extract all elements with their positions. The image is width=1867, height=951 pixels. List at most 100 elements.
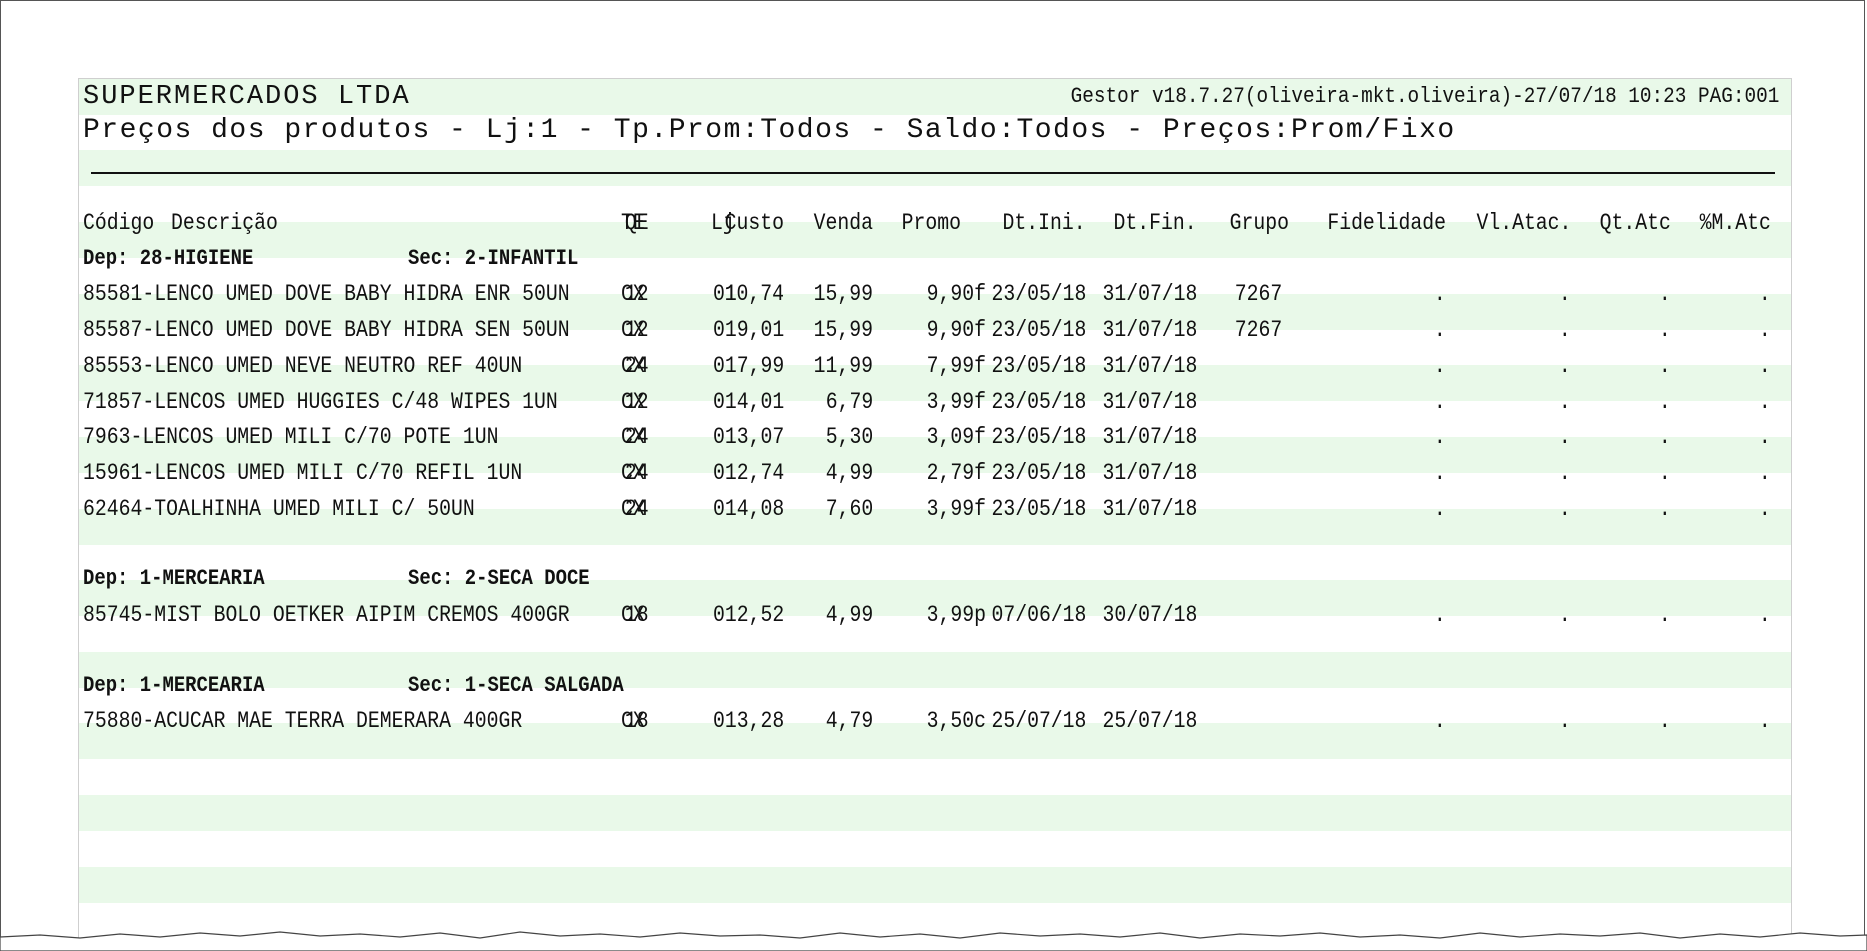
end-date: 31/07/18 [1102,424,1197,450]
product-code-desc: 7963-LENCOS UMED MILI C/70 POTE 1UN [83,424,499,450]
end-date: 31/07/18 [1102,353,1197,379]
product-code-desc: 85745-MIST BOLO OETKER AIPIM CREMOS 400G… [83,602,570,628]
wholesale-price: . [1559,317,1571,343]
start-date: 25/07/18 [991,708,1086,734]
report-paper: SUPERMERCADOS LTDA Gestor v18.7.27(olive… [78,78,1792,951]
cost-value: 3,28 [736,708,784,734]
loyalty-value: . [1434,389,1446,415]
start-date: 23/05/18 [991,353,1086,379]
store-number: 01 [713,708,737,734]
header-rule [91,172,1775,174]
end-date: 25/07/18 [1102,708,1197,734]
wholesale-margin: . [1759,424,1771,450]
department-label: Dep: 1-MERCEARIA [83,566,265,591]
store-number: 01 [713,424,737,450]
col-custo: Custo [724,210,784,236]
product-row: 7963-LENCOS UMED MILI C/70 POTE 1UN CX 2… [83,419,1787,455]
qty-per-pack: 12 [625,389,649,415]
start-date: 23/05/18 [991,424,1086,450]
wholesale-margin: . [1759,708,1771,734]
group-code: 7267 [1234,281,1282,307]
wholesale-price: . [1559,496,1571,522]
department-label: Dep: 28-HIGIENE [83,246,254,271]
product-row: 85581-LENCO UMED DOVE BABY HIDRA ENR 50U… [83,276,1787,312]
product-code-desc: 85553-LENCO UMED NEVE NEUTRO REF 40UN [83,353,523,379]
promo-price: 3,99p [926,602,986,628]
wholesale-qty: . [1659,460,1671,486]
torn-paper-edge [0,931,1867,951]
product-row: 85745-MIST BOLO OETKER AIPIM CREMOS 400G… [83,597,1787,633]
product-row: 85553-LENCO UMED NEVE NEUTRO REF 40UN CX… [83,348,1787,384]
store-number: 01 [713,496,737,522]
group-code: 7267 [1234,317,1282,343]
qty-per-pack: 24 [625,496,649,522]
cost-value: 7,99 [736,353,784,379]
promo-price: 3,50c [926,708,986,734]
wholesale-qty: . [1659,281,1671,307]
sale-price: 11,99 [813,353,873,379]
qty-per-pack: 24 [625,353,649,379]
product-code-desc: 15961-LENCOS UMED MILI C/70 REFIL 1UN [83,460,523,486]
promo-price: 9,90f [926,317,986,343]
start-date: 23/05/18 [991,389,1086,415]
product-row: 71857-LENCOS UMED HUGGIES C/48 WIPES 1UN… [83,384,1787,420]
report-header-line-1: SUPERMERCADOS LTDA Gestor v18.7.27(olive… [83,79,1787,115]
wholesale-price: . [1559,424,1571,450]
company-name: SUPERMERCADOS LTDA [83,82,411,112]
wholesale-price: . [1559,460,1571,486]
wholesale-price: . [1559,353,1571,379]
col-matc: %M.Atc [1699,210,1771,236]
cost-value: 3,07 [736,424,784,450]
wholesale-price: . [1559,708,1571,734]
wholesale-price: . [1559,281,1571,307]
product-row: 75880-ACUCAR MAE TERRA DEMERARA 400GR CX… [83,703,1787,739]
report-title: Preços dos produtos - Lj:1 - Tp.Prom:Tod… [83,115,1456,146]
store-number: 01 [713,353,737,379]
promo-price: 3,09f [926,424,986,450]
end-date: 31/07/18 [1102,317,1197,343]
cost-value: 4,01 [736,389,784,415]
wholesale-qty: . [1659,317,1671,343]
col-qtatc: Qt.Atc [1599,210,1671,236]
wholesale-margin: . [1759,353,1771,379]
department-header: Dep: 1-MERCEARIA Sec: 2-SECA DOCE [83,561,1787,597]
store-number: 01 [713,602,737,628]
promo-price: 3,99f [926,389,986,415]
wholesale-margin: . [1759,389,1771,415]
start-date: 07/06/18 [991,602,1086,628]
col-venda: Venda [813,210,873,236]
wholesale-margin: . [1759,496,1771,522]
sale-price: 4,79 [825,708,873,734]
report-header-line-2: Preços dos produtos - Lj:1 - Tp.Prom:Tod… [83,113,1787,149]
wholesale-margin: . [1759,602,1771,628]
department-header: Dep: 1-MERCEARIA Sec: 1-SECA SALGADA [83,668,1787,704]
section-label: Sec: 2-SECA DOCE [408,566,590,591]
sale-price: 6,79 [825,389,873,415]
loyalty-value: . [1434,602,1446,628]
qty-per-pack: 18 [625,708,649,734]
promo-price: 2,79f [926,460,986,486]
end-date: 31/07/18 [1102,496,1197,522]
loyalty-value: . [1434,496,1446,522]
wholesale-qty: . [1659,389,1671,415]
wholesale-qty: . [1659,708,1671,734]
col-grupo: Grupo [1229,210,1289,236]
start-date: 23/05/18 [991,496,1086,522]
col-descricao: Descrição [171,210,278,236]
wholesale-price: . [1559,602,1571,628]
section-label: Sec: 1-SECA SALGADA [408,673,624,698]
loyalty-value: . [1434,708,1446,734]
sale-price: 7,60 [825,496,873,522]
qty-per-pack: 12 [625,281,649,307]
loyalty-value: . [1434,281,1446,307]
col-vlatac: Vl.Atac. [1476,210,1571,236]
sale-price: 15,99 [813,281,873,307]
wholesale-margin: . [1759,281,1771,307]
store-number: 01 [713,460,737,486]
qty-per-pack: 12 [625,317,649,343]
sale-price: 4,99 [825,460,873,486]
department-label: Dep: 1-MERCEARIA [83,673,265,698]
end-date: 30/07/18 [1102,602,1197,628]
sale-price: 5,30 [825,424,873,450]
start-date: 23/05/18 [991,317,1086,343]
